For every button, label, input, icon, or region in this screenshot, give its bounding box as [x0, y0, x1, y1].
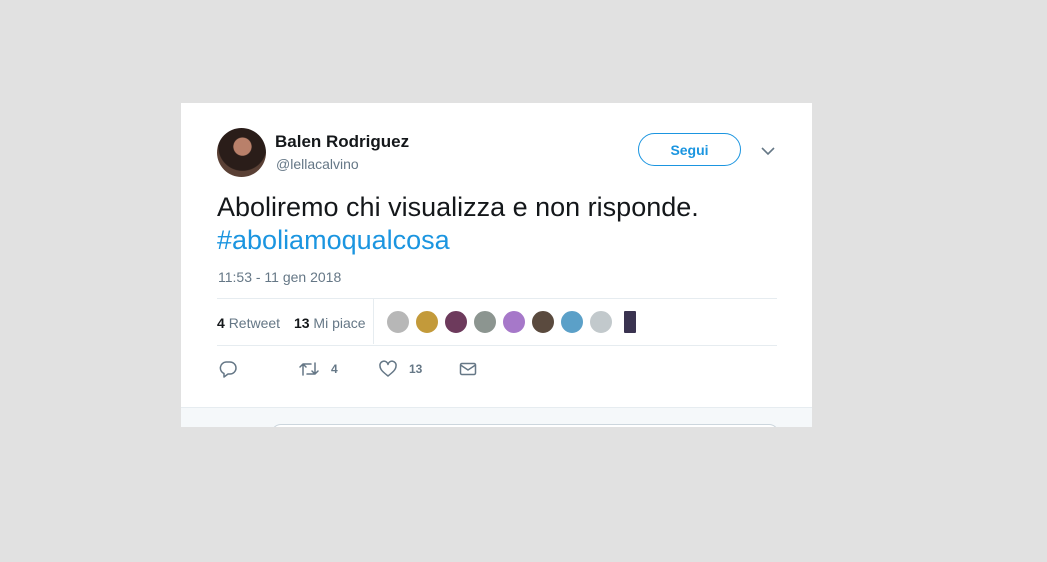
- author-avatar[interactable]: [217, 128, 266, 177]
- liker-avatar[interactable]: [623, 310, 637, 334]
- liker-avatar[interactable]: [531, 310, 555, 334]
- reply-input[interactable]: [271, 424, 779, 427]
- liker-avatar[interactable]: [589, 310, 613, 334]
- like-label: Mi piace: [313, 315, 366, 331]
- retweet-icon[interactable]: [299, 360, 319, 378]
- tweet-stats: 4 Retweet 13 Mi piace: [217, 315, 376, 331]
- retweet-action[interactable]: 4: [299, 360, 338, 378]
- author-name[interactable]: Balen Rodriguez: [275, 132, 409, 152]
- liker-avatar[interactable]: [502, 310, 526, 334]
- chevron-down-icon[interactable]: [759, 143, 777, 159]
- tweet-text: Aboliremo chi visualizza e non risponde.…: [217, 191, 777, 257]
- like-action-count: 13: [409, 362, 423, 376]
- reply-footer: [181, 407, 812, 427]
- like-stat[interactable]: 13 Mi piace: [294, 315, 366, 331]
- envelope-icon[interactable]: [459, 360, 477, 378]
- retweet-action-count: 4: [331, 362, 338, 376]
- reply-action[interactable]: [219, 360, 237, 378]
- liker-avatar[interactable]: [444, 310, 468, 334]
- hashtag-link[interactable]: #aboliamoqualcosa: [217, 224, 777, 257]
- retweet-label: Retweet: [228, 315, 281, 331]
- liker-avatar[interactable]: [473, 310, 497, 334]
- tweet-timestamp[interactable]: 11:53 - 11 gen 2018: [218, 269, 341, 285]
- retweet-stat[interactable]: 4 Retweet: [217, 315, 280, 331]
- divider: [217, 298, 777, 299]
- like-count: 13: [293, 315, 310, 331]
- liker-avatar[interactable]: [560, 310, 584, 334]
- tweet-body: Aboliremo chi visualizza e non risponde.: [217, 192, 699, 222]
- stats-separator: [373, 299, 374, 344]
- tweet-card: Balen Rodriguez @lellacalvino Segui Abol…: [181, 103, 812, 427]
- heart-icon[interactable]: [379, 360, 397, 378]
- divider: [217, 345, 777, 346]
- liker-avatars: [386, 310, 642, 334]
- retweet-count: 4: [217, 315, 225, 331]
- follow-button[interactable]: Segui: [638, 133, 741, 166]
- author-handle[interactable]: @lellacalvino: [276, 156, 359, 172]
- liker-avatar[interactable]: [415, 310, 439, 334]
- reply-icon[interactable]: [219, 360, 237, 378]
- like-action[interactable]: 13: [379, 360, 422, 378]
- liker-avatar[interactable]: [386, 310, 410, 334]
- direct-message-action[interactable]: [459, 360, 477, 378]
